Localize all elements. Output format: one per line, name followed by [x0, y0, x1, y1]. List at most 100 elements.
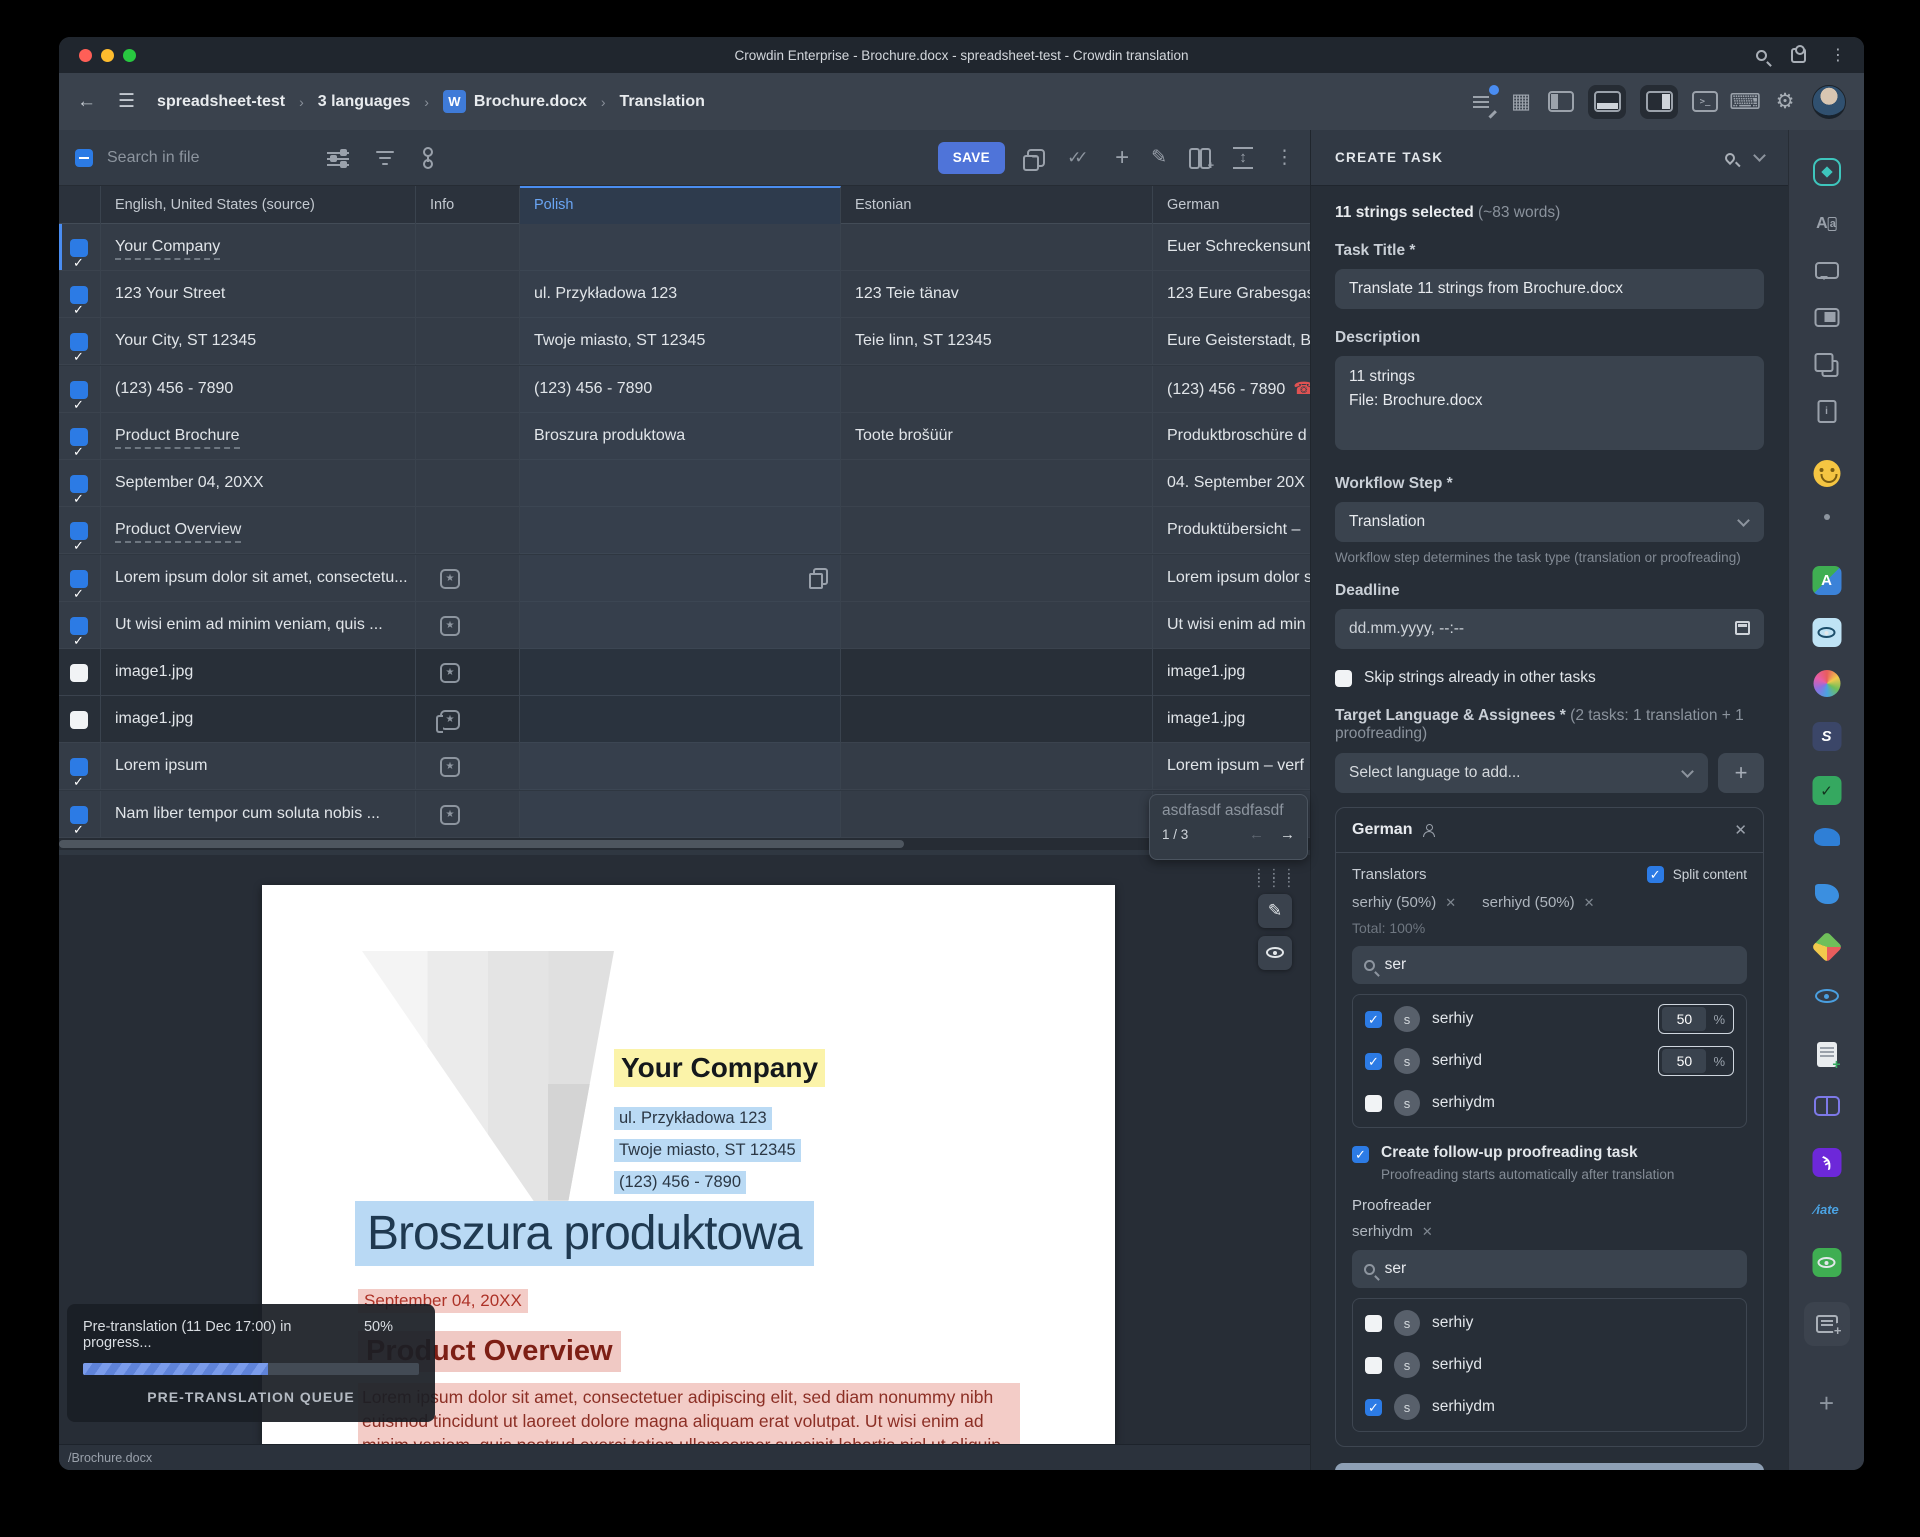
proofreader-option[interactable]: s serhiydm	[1365, 1386, 1734, 1428]
cell-editor-text[interactable]: asdfasdf asdfasdf	[1162, 802, 1295, 820]
cube-app-icon[interactable]	[1816, 936, 1838, 958]
drag-handle-icon[interactable]: ⋮⋮⋮⋮⋮⋮	[1253, 870, 1298, 886]
table-row[interactable]: Product Brochure Broszura produktowa Too…	[59, 413, 1310, 460]
copy-translation-icon[interactable]	[1027, 149, 1045, 167]
user-avatar[interactable]	[1812, 85, 1846, 119]
translator-search[interactable]	[1352, 946, 1747, 984]
cell-polish[interactable]	[520, 649, 841, 696]
cell-polish[interactable]	[520, 555, 841, 602]
cell-german[interactable]: (123) 456 - 7890☎	[1153, 366, 1310, 413]
option-checkbox[interactable]	[1365, 1315, 1382, 1332]
context-image-icon[interactable]: ★	[440, 569, 460, 589]
table-row[interactable]: Your City, ST 12345 Twoje miasto, ST 123…	[59, 318, 1310, 365]
proofreader-option[interactable]: s serhiy	[1365, 1302, 1734, 1344]
close-window-button[interactable]	[79, 49, 92, 62]
file-info-icon[interactable]: i	[1817, 400, 1836, 423]
remove-chip-icon[interactable]: ✕	[1584, 895, 1595, 910]
table-row[interactable]: Your Company Euer Schreckensunt	[59, 224, 1310, 271]
remove-language-icon[interactable]: ✕	[1734, 821, 1747, 839]
cell-german[interactable]: image1.jpg	[1153, 696, 1310, 743]
followup-checkbox[interactable]	[1352, 1146, 1369, 1163]
check-app-icon[interactable]: ✓	[1812, 776, 1841, 805]
cell-estonian[interactable]	[841, 507, 1153, 554]
document-add-app-icon[interactable]	[1817, 1042, 1837, 1067]
row-checkbox[interactable]	[70, 286, 88, 304]
row-height-icon[interactable]: ↕	[1233, 147, 1253, 169]
cell-polish[interactable]	[520, 460, 841, 507]
cell-estonian[interactable]	[841, 743, 1153, 790]
cell-editor-overlay[interactable]: asdfasdf asdfasdf 1 / 3 ← →	[1149, 794, 1308, 860]
pretranslation-queue-button[interactable]: PRE-TRANSLATION QUEUE	[83, 1389, 419, 1405]
preview-body-text[interactable]: Lorem ipsum dolor sit amet, consectetuer…	[358, 1383, 1020, 1444]
context-image-icon[interactable]: ★	[440, 805, 460, 825]
translate-app-icon[interactable]: A	[1812, 566, 1841, 595]
share-input[interactable]	[1662, 1049, 1706, 1073]
calendar-icon[interactable]	[1735, 621, 1750, 635]
row-checkbox[interactable]	[70, 570, 88, 588]
preview-address-line[interactable]: ul. Przykładowa 123	[614, 1107, 772, 1130]
article-icon[interactable]	[1814, 308, 1839, 327]
eye-outline-app-icon[interactable]	[1815, 989, 1839, 1003]
eye-green-app-icon[interactable]	[1812, 1248, 1841, 1277]
cell-source[interactable]: Lorem ipsum dolor sit amet, consectetu..…	[101, 555, 416, 602]
cell-source[interactable]: Ut wisi enim ad minim veniam, quis ...	[101, 602, 416, 649]
preview-document-title[interactable]: Broszura produktowa	[355, 1201, 814, 1266]
proofreader-search[interactable]	[1352, 1250, 1747, 1288]
table-row[interactable]: (123) 456 - 7890 (123) 456 - 7890 (123) …	[59, 366, 1310, 413]
cell-estonian[interactable]	[841, 791, 1153, 838]
split-content-checkbox[interactable]	[1647, 866, 1664, 883]
row-checkbox[interactable]	[70, 617, 88, 635]
row-checkbox[interactable]	[70, 758, 88, 776]
column-header-german[interactable]: German	[1153, 186, 1310, 224]
color-wheel-icon[interactable]	[1813, 670, 1840, 697]
create-task-button[interactable]: Create Task	[1335, 1463, 1764, 1470]
search-input[interactable]	[107, 149, 287, 167]
keyboard-shortcuts-icon[interactable]: ⌨	[1732, 91, 1758, 113]
emoji-icon[interactable]	[1813, 460, 1840, 487]
s-badge-app-icon[interactable]: S	[1812, 722, 1841, 751]
save-button[interactable]: SAVE	[938, 142, 1005, 174]
layout-right-panel-icon[interactable]	[1640, 85, 1678, 119]
row-checkbox[interactable]	[70, 381, 88, 399]
cell-polish[interactable]	[520, 602, 841, 649]
pin-panel-icon[interactable]	[1723, 150, 1737, 164]
skip-strings-checkbox[interactable]	[1335, 670, 1352, 687]
translator-option[interactable]: s serhiydm	[1365, 1082, 1734, 1124]
row-checkbox[interactable]	[70, 664, 88, 682]
table-row[interactable]: September 04, 20XX 04. September 20X	[59, 460, 1310, 507]
workflow-step-select[interactable]: Translation	[1335, 502, 1764, 542]
context-image-icon[interactable]: ★	[440, 663, 460, 683]
row-checkbox[interactable]	[70, 806, 88, 824]
table-row[interactable]: image1.jpg ★ image1.jpg	[59, 696, 1310, 743]
deadline-input[interactable]: dd.mm.yyyy, --:--	[1335, 609, 1764, 649]
cell-source[interactable]: Lorem ipsum	[101, 743, 416, 790]
approve-all-icon[interactable]: ✓✓	[1067, 148, 1093, 168]
preview-phone-line[interactable]: (123) 456 - 7890	[614, 1171, 746, 1194]
breadcrumb-languages[interactable]: 3 languages	[318, 93, 410, 111]
row-checkbox[interactable]	[70, 522, 88, 540]
option-checkbox[interactable]	[1365, 1053, 1382, 1070]
cell-source[interactable]: Your Company	[101, 224, 416, 271]
row-checkbox[interactable]	[70, 475, 88, 493]
option-checkbox[interactable]	[1365, 1399, 1382, 1416]
browser-search-icon[interactable]	[1756, 50, 1767, 61]
cell-source[interactable]: image1.jpg	[101, 649, 416, 696]
cell-german[interactable]: 04. September 20X	[1153, 460, 1310, 507]
settings-gear-icon[interactable]: ⚙	[1772, 91, 1798, 113]
add-app-icon[interactable]: +	[1819, 1388, 1834, 1419]
cell-source[interactable]: Nam liber tempor cum soluta nobis ...	[101, 791, 416, 838]
cell-source[interactable]: Product Overview	[101, 507, 416, 554]
proofreader-option[interactable]: s serhiyd	[1365, 1344, 1734, 1386]
breadcrumb-file[interactable]: Brochure.docx	[474, 93, 587, 111]
cell-estonian[interactable]	[841, 224, 1153, 271]
language-select[interactable]: Select language to add...	[1335, 753, 1708, 793]
cell-source[interactable]: image1.jpg	[101, 696, 416, 743]
cell-source[interactable]: September 04, 20XX	[101, 460, 416, 507]
cell-german[interactable]: Euer Schreckensunt	[1153, 224, 1310, 271]
cell-polish[interactable]	[520, 696, 841, 743]
column-header-estonian[interactable]: Estonian	[841, 186, 1153, 224]
context-image-icon[interactable]: ★	[440, 616, 460, 636]
table-row[interactable]: Lorem ipsum ★ Lorem ipsum – verf	[59, 743, 1310, 790]
comments-icon[interactable]	[1815, 262, 1839, 279]
context-images-stack-icon[interactable]: ★	[440, 710, 460, 730]
